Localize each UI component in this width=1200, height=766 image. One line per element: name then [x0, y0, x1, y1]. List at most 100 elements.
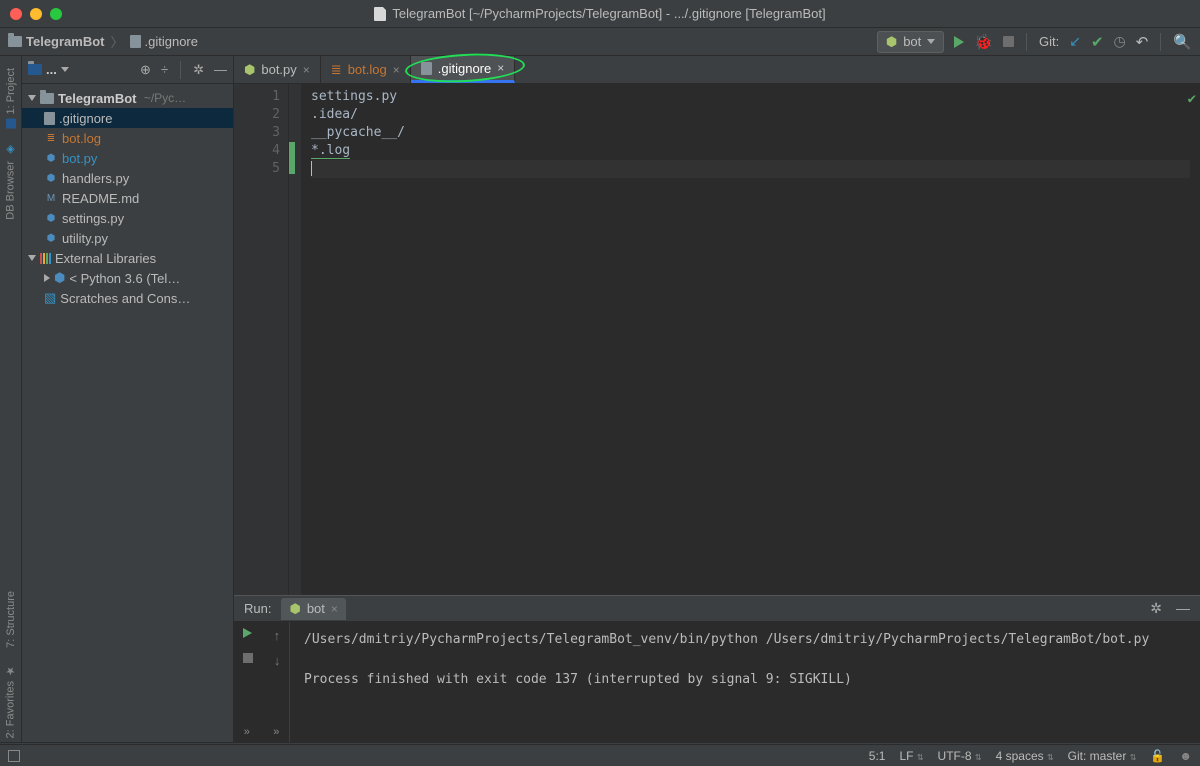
python-file-icon: ⬢ [44, 231, 58, 245]
separator [180, 61, 181, 79]
settings-icon[interactable]: ✲ [193, 62, 204, 78]
run-console[interactable]: /Users/dmitriy/PycharmProjects/TelegramB… [290, 622, 1200, 744]
db-icon: ◈ [4, 144, 17, 157]
log-file-icon: ≣ [331, 62, 342, 78]
breadcrumb-file[interactable]: .gitignore [130, 34, 198, 49]
line-number[interactable]: 4 [238, 142, 280, 160]
vcs-revert-icon[interactable]: ↶ [1136, 33, 1149, 51]
db-browser-tool-button[interactable]: DB Browser ◈ [4, 138, 17, 226]
tab-bot-log[interactable]: ≣ bot.log × [321, 56, 411, 83]
run-button[interactable] [954, 36, 964, 48]
editor-body[interactable]: 1 2 3 4 5 settings.py .idea/ __pycache__… [234, 84, 1200, 595]
code-content[interactable]: settings.py .idea/ __pycache__/ *.log ✔ [301, 84, 1200, 595]
maximize-window-button[interactable] [50, 8, 62, 20]
chevron-down-icon [927, 39, 935, 44]
file-icon [421, 62, 432, 75]
up-stack-icon[interactable]: ↑ [274, 628, 281, 643]
python-sdk-label: < Python 3.6 (Tel… [69, 271, 180, 286]
structure-tool-button[interactable]: 7: Structure [5, 585, 17, 654]
search-everywhere-icon[interactable]: 🔍 [1173, 33, 1192, 51]
git-branch[interactable]: Git: master ⇅ [1068, 749, 1137, 763]
gutter: 1 2 3 4 5 [234, 84, 289, 595]
locate-icon[interactable]: ⊕ [140, 62, 151, 78]
vcs-commit-icon[interactable]: ✔ [1091, 33, 1104, 51]
stop-button[interactable] [1003, 36, 1014, 47]
tree-root[interactable]: TelegramBot ~/Pyc… [22, 88, 233, 108]
line-number[interactable]: 5 [238, 160, 280, 178]
line-number[interactable]: 1 [238, 88, 280, 106]
folder-icon [28, 64, 42, 75]
collapse-all-icon[interactable]: ÷ [161, 62, 168, 77]
lock-icon[interactable]: 🔓 [1150, 749, 1165, 763]
project-tool-button[interactable]: 1: Project [5, 62, 17, 134]
tree-file-readme[interactable]: M README.md [22, 188, 233, 208]
quick-access-icon[interactable] [8, 750, 20, 762]
tree-scratches[interactable]: ▧ Scratches and Cons… [22, 288, 233, 308]
tree-file-utility[interactable]: ⬢ utility.py [22, 228, 233, 248]
code-line[interactable]: .idea/ [311, 106, 1190, 124]
close-tab-icon[interactable]: × [331, 602, 338, 616]
minimize-window-button[interactable] [30, 8, 42, 20]
close-window-button[interactable] [10, 8, 22, 20]
console-line: /Users/dmitriy/PycharmProjects/TelegramB… [304, 630, 1186, 650]
titlebar: TelegramBot [~/PycharmProjects/TelegramB… [0, 0, 1200, 28]
line-number[interactable]: 2 [238, 106, 280, 124]
expand-arrow-icon[interactable] [28, 255, 36, 261]
expand-arrow-icon[interactable] [44, 274, 50, 282]
project-tree: TelegramBot ~/Pyc… .gitignore ≣ bot.log … [22, 84, 233, 312]
rerun-button[interactable] [243, 628, 252, 638]
window-controls [10, 8, 62, 20]
code-line[interactable]: *.log [311, 142, 1190, 160]
run-label: Run: [244, 601, 271, 616]
tab-gitignore[interactable]: .gitignore × [411, 56, 516, 83]
vcs-history-icon[interactable]: ◷ [1114, 33, 1126, 50]
tree-file-handlers[interactable]: ⬢ handlers.py [22, 168, 233, 188]
file-icon [374, 7, 386, 21]
line-number[interactable]: 3 [238, 124, 280, 142]
stop-button[interactable] [243, 653, 253, 663]
hector-icon[interactable]: ☻ [1179, 749, 1192, 763]
breakpoint-gutter[interactable] [289, 84, 301, 595]
tree-external-libraries[interactable]: External Libraries [22, 248, 233, 268]
close-tab-icon[interactable]: × [393, 63, 400, 77]
code-line[interactable]: __pycache__/ [311, 124, 1190, 142]
more-actions-icon[interactable]: » [273, 726, 279, 738]
tree-file-botpy[interactable]: ⬢ bot.py [22, 148, 233, 168]
tree-file-gitignore[interactable]: .gitignore [22, 108, 233, 128]
close-tab-icon[interactable]: × [303, 63, 310, 77]
vcs-update-icon[interactable]: ↙ [1069, 33, 1081, 50]
indent[interactable]: 4 spaces ⇅ [996, 749, 1054, 763]
toolbar-right: ⬢ bot 🐞 Git: ↙ ✔ ◷ ↶ 🔍 [877, 31, 1192, 53]
tree-root-path: ~/Pyc… [141, 91, 187, 105]
breadcrumb-separator: 〉 [111, 32, 124, 51]
settings-icon[interactable]: ✲ [1150, 600, 1162, 617]
tree-python-sdk[interactable]: ⬢ < Python 3.6 (Tel… [22, 268, 233, 288]
debug-button[interactable]: 🐞 [974, 33, 993, 51]
console-line: Process finished with exit code 137 (int… [304, 670, 1186, 690]
more-actions-icon[interactable]: » [244, 726, 250, 738]
down-stack-icon[interactable]: ↓ [274, 653, 281, 668]
tree-file-settings[interactable]: ⬢ settings.py [22, 208, 233, 228]
caret-position[interactable]: 5:1 [869, 749, 886, 763]
run-config-selector[interactable]: ⬢ bot [877, 31, 944, 53]
project-icon [6, 118, 16, 128]
tab-bot-py[interactable]: ⬢ bot.py × [234, 56, 321, 83]
hide-icon[interactable]: — [214, 62, 227, 77]
status-area: 4: Run ☰ 6: TODO ⎇ 9: Version Control ▤ … [0, 742, 1200, 766]
run-tab[interactable]: ⬢ bot × [281, 598, 345, 620]
navigation-bar: TelegramBot 〉 .gitignore ⬢ bot 🐞 Git: ↙ … [0, 28, 1200, 56]
expand-arrow-icon[interactable] [28, 95, 36, 101]
favorites-tool-button[interactable]: 2: Favorites ★ [4, 658, 17, 744]
code-line[interactable]: settings.py [311, 88, 1190, 106]
hide-icon[interactable]: — [1176, 600, 1190, 617]
inspection-indicator[interactable]: ✔ [1188, 90, 1196, 108]
close-tab-icon[interactable]: × [497, 61, 504, 75]
python-file-icon: ⬢ [44, 151, 58, 165]
code-line[interactable] [311, 160, 1190, 178]
project-view-selector[interactable]: ... [28, 62, 69, 77]
file-icon [130, 35, 141, 48]
encoding[interactable]: UTF-8 ⇅ [938, 749, 982, 763]
tree-file-botlog[interactable]: ≣ bot.log [22, 128, 233, 148]
line-separator[interactable]: LF ⇅ [899, 749, 923, 763]
breadcrumb-project[interactable]: TelegramBot [8, 34, 105, 49]
